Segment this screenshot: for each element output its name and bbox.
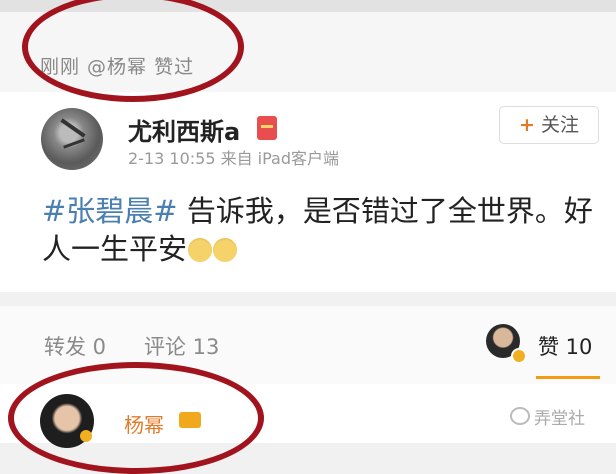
repost-button[interactable]: 转发 0 xyxy=(44,331,106,361)
commenter-name[interactable]: 杨幂 xyxy=(124,409,164,438)
liked-notice-bar: 刚刚 @杨幂 赞过 xyxy=(0,12,616,92)
emoji-icon xyxy=(188,238,213,262)
post-text: #张碧晨# 告诉我，是否错过了全世界。好人一生平安 xyxy=(42,192,602,268)
red-envelope-icon xyxy=(257,116,277,140)
post-meta: 2-13 10:55 来自 iPad客户端 xyxy=(128,149,340,168)
vip-crown-icon xyxy=(179,412,201,428)
verified-badge-icon xyxy=(80,430,92,442)
wechat-icon xyxy=(510,407,530,425)
liked-notice-text: 刚刚 @杨幂 赞过 xyxy=(40,56,195,78)
plus-icon: + xyxy=(519,114,535,136)
author-avatar[interactable] xyxy=(41,108,103,170)
watermark-text: 弄堂社 xyxy=(534,409,585,429)
author-username[interactable]: 尤利西斯a xyxy=(128,112,240,147)
top-strip xyxy=(0,0,616,12)
active-tab-indicator xyxy=(536,376,600,379)
watermark: 弄堂社 xyxy=(510,404,585,429)
post-card: 尤利西斯a 2-13 10:55 来自 iPad客户端 + 关注 #张碧晨# 告… xyxy=(0,92,616,292)
verified-badge-icon xyxy=(511,348,527,364)
comment-button[interactable]: 评论 13 xyxy=(144,331,219,361)
follow-button[interactable]: + 关注 xyxy=(499,106,599,144)
hashtag-link[interactable]: #张碧晨# xyxy=(42,194,178,228)
action-bar: 转发 0 评论 13 赞 10 xyxy=(0,306,616,384)
emoji-icon xyxy=(213,238,238,262)
like-tab[interactable]: 赞 10 xyxy=(538,331,592,361)
follow-label: 关注 xyxy=(540,114,579,136)
